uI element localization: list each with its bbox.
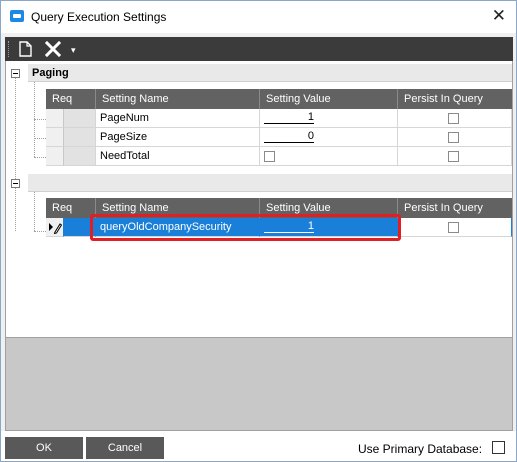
- band-label: Paging: [32, 67, 69, 79]
- dialog-window: Query Execution Settings ✕ ▾ Paging Req …: [0, 0, 517, 462]
- collapse-paging-icon[interactable]: [11, 69, 20, 78]
- setting-value-cell[interactable]: 0: [260, 128, 398, 147]
- column-header-row: Req Setting Name Setting Value Persist I…: [46, 89, 512, 109]
- band-header[interactable]: [28, 174, 512, 192]
- persist-checkbox[interactable]: [448, 222, 459, 233]
- tree-connector: [34, 191, 35, 231]
- app-icon: [10, 10, 24, 22]
- setting-value-input[interactable]: 1: [264, 111, 314, 124]
- row-selector[interactable]: [46, 147, 64, 166]
- column-header-req[interactable]: Req: [46, 198, 96, 218]
- column-header-persist[interactable]: Persist In Query: [398, 89, 512, 109]
- empty-grid-area: [5, 337, 513, 431]
- persist-cell[interactable]: [398, 109, 512, 128]
- ok-button[interactable]: OK: [5, 437, 83, 459]
- toolbar: ▾: [5, 37, 513, 61]
- setting-value-cell[interactable]: 1: [260, 109, 398, 128]
- dialog-footer: OK Cancel Use Primary Database:: [1, 431, 516, 461]
- tree-connector: [15, 185, 16, 231]
- persist-checkbox[interactable]: [448, 113, 459, 124]
- row-selector[interactable]: [46, 109, 64, 128]
- tree-connector: [34, 231, 46, 232]
- tree-connector: [15, 75, 16, 183]
- primary-database-label: Use Primary Database:: [358, 442, 483, 456]
- tree-connector: [34, 157, 46, 158]
- title-bar: Query Execution Settings ✕: [1, 1, 516, 33]
- chevron-down-icon[interactable]: ▾: [71, 45, 79, 55]
- new-document-icon[interactable]: [19, 41, 32, 57]
- primary-database-checkbox[interactable]: [492, 441, 505, 454]
- table-row[interactable]: NeedTotal: [46, 147, 512, 166]
- persist-checkbox[interactable]: [448, 151, 459, 162]
- setting-value-checkbox[interactable]: [264, 151, 275, 162]
- setting-name-cell[interactable]: PageNum: [96, 109, 260, 128]
- dialog-title: Query Execution Settings: [31, 10, 167, 24]
- highlight-annotation: [90, 214, 401, 241]
- delete-x-icon[interactable]: [45, 41, 61, 57]
- column-header-req[interactable]: Req: [46, 89, 96, 109]
- persist-cell[interactable]: [398, 128, 512, 147]
- row-selector[interactable]: [46, 128, 64, 147]
- table-row[interactable]: PageNum 1: [46, 109, 512, 128]
- setting-name-cell[interactable]: PageSize: [96, 128, 260, 147]
- req-cell: [64, 109, 96, 128]
- setting-value-cell[interactable]: [260, 147, 398, 166]
- row-selector[interactable]: [46, 218, 64, 237]
- column-header-persist[interactable]: Persist In Query: [398, 198, 512, 218]
- toolbar-grip: [8, 41, 11, 57]
- band-header-paging[interactable]: Paging: [28, 64, 512, 82]
- setting-name-cell[interactable]: NeedTotal: [96, 147, 260, 166]
- column-header-setting-value[interactable]: Setting Value: [260, 89, 398, 109]
- persist-cell[interactable]: [398, 218, 512, 237]
- req-cell: [64, 128, 96, 147]
- close-icon[interactable]: ✕: [492, 6, 506, 26]
- persist-cell[interactable]: [398, 147, 512, 166]
- tree-connector: [34, 138, 46, 139]
- column-header-setting-name[interactable]: Setting Name: [96, 89, 260, 109]
- tree-connector: [34, 79, 35, 157]
- tree-connector: [34, 119, 46, 120]
- setting-value-input[interactable]: 0: [264, 130, 314, 143]
- settings-grid: Paging Req Setting Name Setting Value Pe…: [5, 61, 513, 337]
- persist-checkbox[interactable]: [448, 132, 459, 143]
- edit-pencil-icon: [49, 223, 62, 234]
- cancel-button[interactable]: Cancel: [86, 437, 164, 459]
- table-row[interactable]: PageSize 0: [46, 128, 512, 147]
- collapse-band-icon[interactable]: [11, 179, 20, 188]
- req-cell: [64, 147, 96, 166]
